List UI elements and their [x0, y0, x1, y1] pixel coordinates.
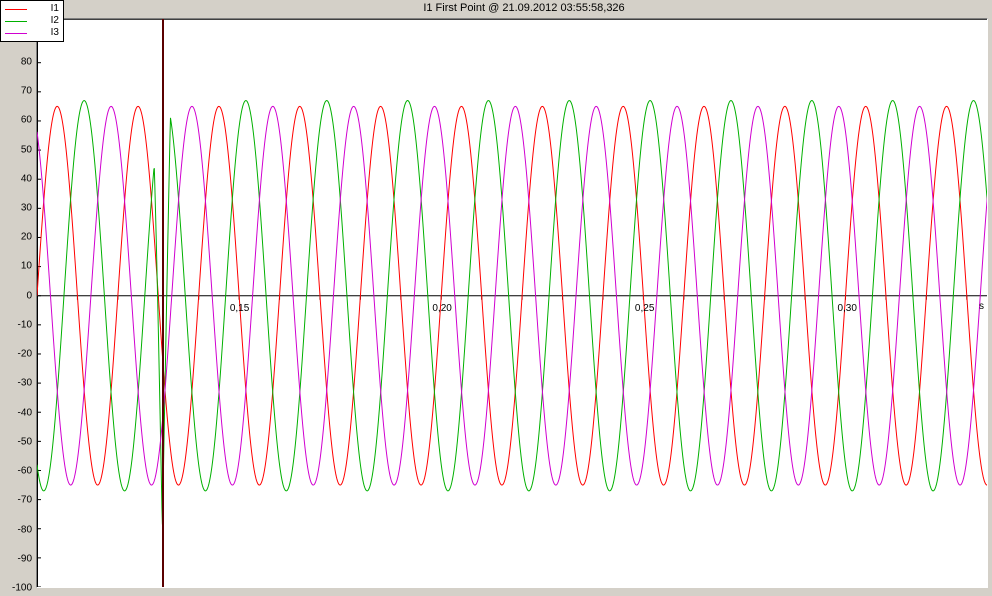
legend-label: I3: [31, 27, 59, 39]
y-tick-label: -10: [2, 319, 32, 330]
y-tick-label: -40: [2, 407, 32, 418]
legend-swatch-icon: [5, 21, 27, 22]
y-tick-label: -50: [2, 436, 32, 447]
legend-label: I2: [31, 15, 59, 27]
y-tick-label: -30: [2, 378, 32, 389]
y-tick-label: 80: [2, 56, 32, 67]
x-axis-unit: s: [979, 301, 984, 312]
legend-swatch-icon: [5, 9, 27, 10]
time-cursor[interactable]: [162, 19, 164, 587]
y-tick-label: -90: [2, 553, 32, 564]
y-tick-label: -60: [2, 466, 32, 477]
y-tick-label: -100: [2, 583, 32, 594]
y-tick-label: 10: [2, 261, 32, 272]
y-tick-label: -20: [2, 349, 32, 360]
y-tick-label: 0: [2, 290, 32, 301]
legend-label: I1: [31, 3, 59, 15]
legend: I1 I2 I3: [0, 0, 64, 42]
y-axis: 9080706050403020100-10-20-30-40-50-60-70…: [0, 18, 34, 588]
legend-item: I2: [5, 15, 59, 27]
x-tick-label: 0,20: [432, 303, 451, 314]
x-tick-label: 0,30: [837, 303, 856, 314]
legend-swatch-icon: [5, 33, 27, 34]
x-tick-label: 0,15: [230, 303, 249, 314]
y-tick-label: 30: [2, 203, 32, 214]
y-tick-label: 40: [2, 173, 32, 184]
plot-area[interactable]: 0,15 0,20 0,25 0,30 s: [36, 18, 988, 588]
legend-item: I3: [5, 27, 59, 39]
y-tick-label: 50: [2, 144, 32, 155]
x-tick-label: 0,25: [635, 303, 654, 314]
oscilloscope-frame: I1 First Point @ 21.09.2012 03:55:58,326…: [0, 0, 992, 596]
y-tick-label: -70: [2, 495, 32, 506]
y-tick-label: -80: [2, 524, 32, 535]
y-tick-label: 20: [2, 232, 32, 243]
legend-item: I1: [5, 3, 59, 15]
chart-title: I1 First Point @ 21.09.2012 03:55:58,326: [60, 2, 988, 16]
y-tick-label: 60: [2, 115, 32, 126]
y-tick-label: 70: [2, 86, 32, 97]
